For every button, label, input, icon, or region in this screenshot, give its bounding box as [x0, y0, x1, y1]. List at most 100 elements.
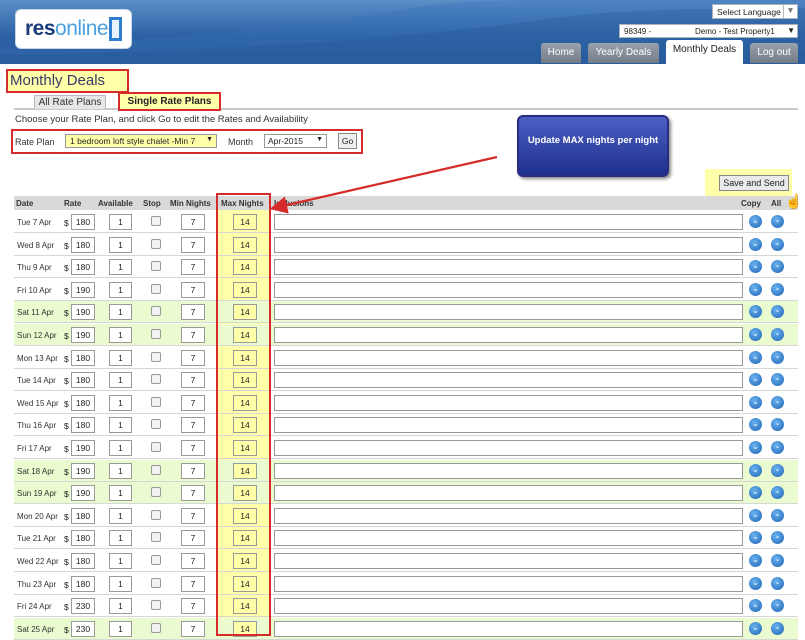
min-nights-input[interactable]: 7 [181, 462, 205, 479]
nav-tab-home[interactable]: Home [541, 43, 581, 63]
rate-input[interactable]: 180 [71, 349, 95, 366]
copy-down-icon[interactable]: ⌄ [749, 215, 762, 228]
copy-down-icon[interactable]: ⌄ [749, 531, 762, 545]
min-nights-input[interactable]: 7 [181, 575, 205, 592]
min-nights-input[interactable]: 7 [181, 214, 205, 230]
copy-all-icon[interactable]: ⌄ [771, 576, 784, 590]
copy-down-icon[interactable]: ⌄ [749, 350, 762, 364]
copy-down-icon[interactable]: ⌄ [749, 621, 762, 635]
copy-all-icon[interactable]: ⌄ [771, 237, 784, 251]
copy-down-icon[interactable]: ⌄ [749, 508, 762, 522]
copy-all-icon[interactable]: ⌄ [771, 305, 784, 319]
inclusions-input[interactable] [274, 394, 743, 411]
available-input[interactable]: 1 [109, 620, 132, 637]
stop-checkbox[interactable] [151, 622, 161, 633]
copy-down-icon[interactable]: ⌄ [749, 395, 762, 409]
min-nights-input[interactable]: 7 [181, 553, 205, 569]
min-nights-input[interactable]: 7 [181, 417, 205, 434]
rate-input[interactable]: 190 [71, 485, 95, 502]
inclusions-input[interactable] [274, 553, 743, 569]
stop-checkbox[interactable] [151, 487, 161, 498]
stop-checkbox[interactable] [151, 329, 161, 339]
property-select[interactable]: 98349 - Demo - Test Property1 ▼ [619, 24, 798, 38]
copy-all-icon[interactable]: ⌄ [771, 599, 784, 613]
inclusions-input[interactable] [274, 507, 743, 524]
min-nights-input[interactable]: 7 [181, 349, 205, 366]
stop-checkbox[interactable] [151, 509, 161, 520]
min-nights-input[interactable]: 7 [181, 485, 205, 502]
rate-input[interactable]: 190 [71, 304, 95, 321]
rate-input[interactable]: 190 [71, 440, 95, 456]
min-nights-input[interactable]: 7 [181, 327, 205, 343]
min-nights-input[interactable]: 7 [181, 530, 205, 547]
available-input[interactable]: 1 [109, 507, 132, 524]
inclusions-input[interactable] [274, 236, 743, 253]
copy-all-icon[interactable]: ⌄ [771, 486, 784, 500]
min-nights-input[interactable]: 7 [181, 507, 205, 524]
stop-checkbox[interactable] [151, 600, 161, 611]
copy-all-icon[interactable]: ⌄ [771, 418, 784, 432]
inclusions-input[interactable] [274, 485, 743, 502]
available-input[interactable]: 1 [109, 214, 132, 230]
inclusions-input[interactable] [274, 349, 743, 366]
available-input[interactable]: 1 [109, 259, 132, 276]
nav-tab-yearly-deals[interactable]: Yearly Deals [588, 43, 659, 63]
rate-input[interactable]: 180 [71, 394, 95, 411]
stop-checkbox[interactable] [151, 464, 161, 475]
rate-input[interactable]: 230 [71, 598, 95, 615]
stop-checkbox[interactable] [151, 238, 161, 249]
rate-input[interactable]: 190 [71, 327, 95, 343]
min-nights-input[interactable]: 7 [181, 394, 205, 411]
rate-input[interactable]: 180 [71, 553, 95, 569]
min-nights-input[interactable]: 7 [181, 440, 205, 456]
inclusions-input[interactable] [274, 259, 743, 276]
rate-input[interactable]: 180 [71, 575, 95, 592]
copy-all-icon[interactable]: ⌄ [771, 531, 784, 545]
language-select[interactable]: Select Language ▼ [712, 4, 798, 19]
nav-tab-monthly-deals[interactable]: Monthly Deals [666, 40, 743, 64]
inclusions-input[interactable] [274, 462, 743, 479]
copy-down-icon[interactable]: ⌄ [749, 260, 762, 274]
available-input[interactable]: 1 [109, 485, 132, 502]
available-input[interactable]: 1 [109, 575, 132, 592]
available-input[interactable]: 1 [109, 236, 132, 253]
stop-checkbox[interactable] [151, 396, 161, 407]
resonline-logo[interactable]: res online [15, 9, 132, 49]
copy-down-icon[interactable]: ⌄ [749, 418, 762, 432]
inclusions-input[interactable] [274, 575, 743, 592]
stop-checkbox[interactable] [151, 374, 161, 385]
copy-down-icon[interactable]: ⌄ [749, 328, 762, 341]
copy-down-icon[interactable]: ⌄ [749, 237, 762, 251]
rate-input[interactable]: 180 [71, 236, 95, 253]
copy-all-icon[interactable]: ⌄ [771, 508, 784, 522]
available-input[interactable]: 1 [109, 394, 132, 411]
copy-down-icon[interactable]: ⌄ [749, 373, 762, 387]
copy-all-icon[interactable]: ⌄ [771, 621, 784, 635]
available-input[interactable]: 1 [109, 462, 132, 479]
available-input[interactable]: 1 [109, 349, 132, 366]
copy-all-icon[interactable]: ⌄ [771, 441, 784, 454]
inclusions-input[interactable] [274, 304, 743, 321]
rate-input[interactable]: 190 [71, 462, 95, 479]
save-and-send-button[interactable]: Save and Send [719, 175, 789, 191]
min-nights-input[interactable]: 7 [181, 372, 205, 389]
rate-input[interactable]: 180 [71, 530, 95, 547]
rate-input[interactable]: 180 [71, 214, 95, 230]
rate-plan-select[interactable]: 1 bedroom loft style chalet -Min 7 ▼ [65, 134, 217, 148]
inclusions-input[interactable] [274, 327, 743, 343]
go-button[interactable]: Go [338, 133, 357, 149]
copy-all-icon[interactable]: ⌄ [771, 350, 784, 364]
rate-input[interactable]: 180 [71, 259, 95, 276]
min-nights-input[interactable]: 7 [181, 304, 205, 321]
stop-checkbox[interactable] [151, 306, 161, 317]
copy-all-icon[interactable]: ⌄ [771, 282, 784, 296]
inclusions-input[interactable] [274, 620, 743, 637]
rate-input[interactable]: 180 [71, 417, 95, 434]
min-nights-input[interactable]: 7 [181, 259, 205, 276]
copy-all-icon[interactable]: ⌄ [771, 373, 784, 387]
available-input[interactable]: 1 [109, 440, 132, 456]
nav-tab-logout[interactable]: Log out [750, 43, 798, 63]
subtab-single-rate-plans[interactable]: Single Rate Plans [118, 92, 221, 111]
rate-input[interactable]: 230 [71, 620, 95, 637]
rate-input[interactable]: 180 [71, 372, 95, 389]
